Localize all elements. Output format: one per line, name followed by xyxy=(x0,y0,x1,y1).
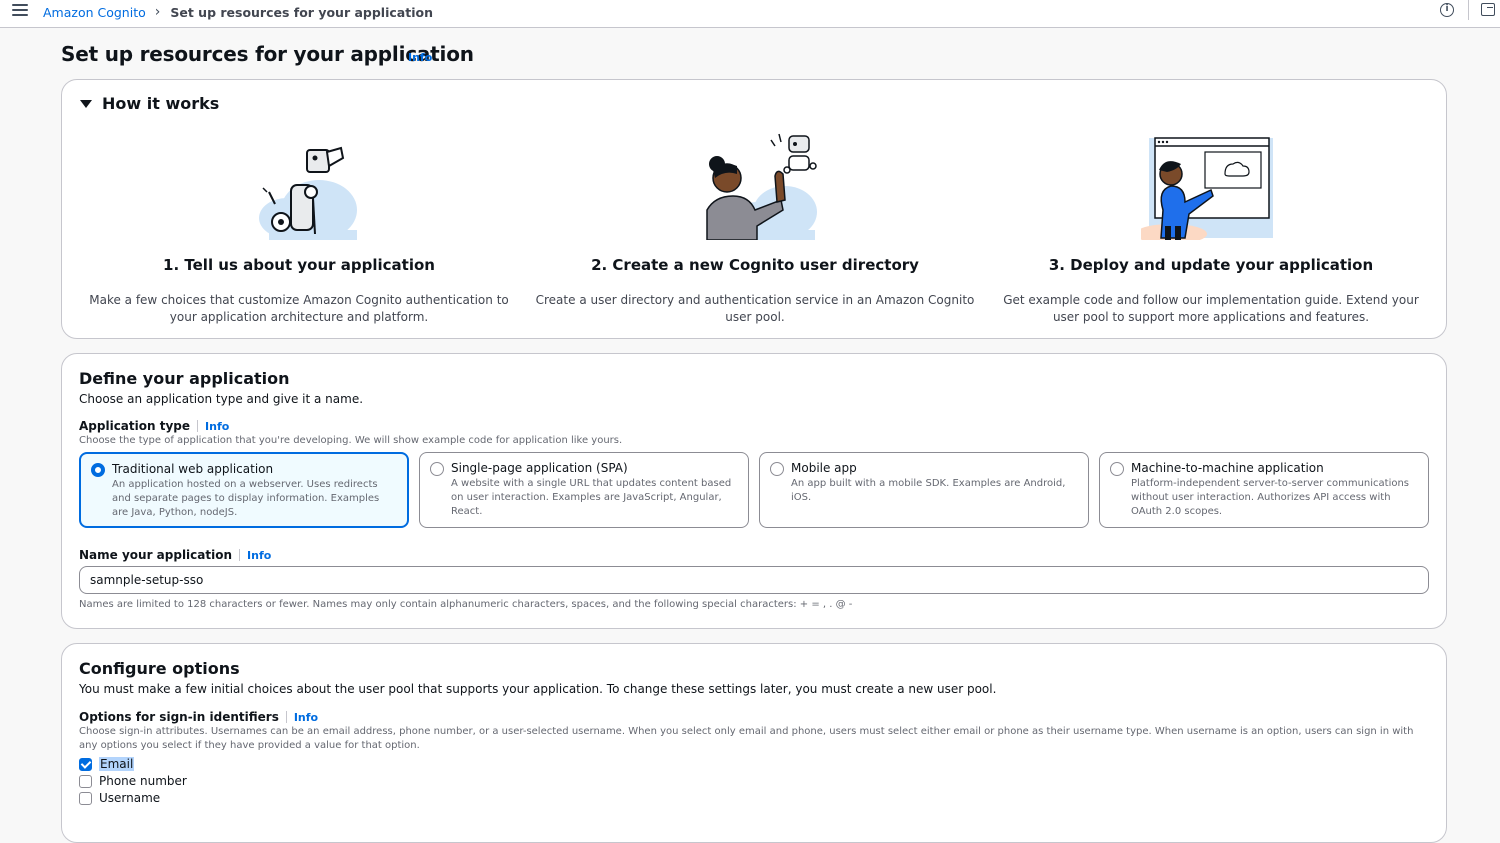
top-navigation-bar: Amazon Cognito › Set up resources for yo… xyxy=(0,0,1500,28)
signin-option-label: Email xyxy=(99,757,135,771)
signin-option-email[interactable]: Email xyxy=(79,757,135,771)
app-type-description: A website with a single URL that updates… xyxy=(451,478,732,517)
step-3-description: Get example code and follow our implemen… xyxy=(1003,293,1419,324)
person-presenting-illustration xyxy=(1141,137,1273,240)
app-type-title: Traditional web application xyxy=(112,462,274,476)
divider xyxy=(239,549,241,561)
step-3: 3. Deploy and update your application Ge… xyxy=(991,130,1431,326)
step-1-title: 1. Tell us about your application xyxy=(163,256,435,274)
signin-option-phone[interactable]: Phone number xyxy=(79,774,187,788)
application-name-input[interactable] xyxy=(79,566,1429,594)
checkbox[interactable] xyxy=(79,774,92,788)
signin-option-label: Phone number xyxy=(99,774,187,788)
signin-option-username[interactable]: Username xyxy=(79,791,160,805)
configure-title: Configure options xyxy=(79,659,240,678)
person-robot-illustration xyxy=(706,133,817,240)
step-1-description: Make a few choices that customize Amazon… xyxy=(89,293,509,324)
configure-options-panel: Configure options You must make a few in… xyxy=(61,643,1447,843)
checkbox[interactable] xyxy=(79,757,92,771)
radio-button[interactable] xyxy=(91,463,105,477)
application-name-label: Name your application Info xyxy=(79,548,271,562)
chevron-right-icon: › xyxy=(154,4,161,20)
application-type-description: Choose the type of application that you'… xyxy=(79,435,623,446)
step-3-title: 3. Deploy and update your application xyxy=(1048,256,1374,274)
how-it-works-toggle[interactable]: How it works xyxy=(80,94,219,113)
app-type-spa[interactable]: Single-page application (SPA) A website … xyxy=(419,452,749,528)
app-type-description: Platform-independent server-to-server co… xyxy=(1131,478,1410,517)
signin-option-label: Username xyxy=(99,791,161,805)
application-type-info-link[interactable]: Info xyxy=(205,420,229,433)
how-it-works-panel: How it works 1. Tell us about your appli… xyxy=(61,79,1447,339)
signin-identifiers-label-text: Options for sign-in identifiers xyxy=(79,710,279,724)
application-name-label-text: Name your application xyxy=(79,548,233,562)
app-type-traditional-web[interactable]: Traditional web application An applicati… xyxy=(79,452,409,528)
radio-button[interactable] xyxy=(430,462,444,476)
breadcrumb-root-link[interactable]: Amazon Cognito xyxy=(43,5,146,20)
app-type-title: Mobile app xyxy=(791,461,857,475)
define-description: Choose an application type and give it a… xyxy=(79,392,364,406)
how-it-works-title: How it works xyxy=(102,94,220,113)
signin-identifiers-info-link[interactable]: Info xyxy=(294,711,318,724)
radio-button[interactable] xyxy=(1110,462,1124,476)
info-icon[interactable]: i xyxy=(1440,3,1454,17)
application-name-constraint: Names are limited to 128 characters or f… xyxy=(79,599,853,610)
app-type-description: An application hosted on a webserver. Us… xyxy=(112,479,380,518)
caret-down-icon xyxy=(80,99,92,108)
divider xyxy=(1468,0,1469,20)
signin-identifiers-description: Choose sign-in attributes. Usernames can… xyxy=(79,726,1414,751)
step-2-description: Create a user directory and authenticati… xyxy=(535,293,975,324)
define-application-panel: Define your application Choose an applic… xyxy=(61,353,1447,629)
radio-button[interactable] xyxy=(770,462,784,476)
signin-identifiers-label: Options for sign-in identifiers Info xyxy=(79,710,318,724)
app-type-machine-to-machine[interactable]: Machine-to-machine application Platform-… xyxy=(1099,452,1429,528)
app-type-title: Machine-to-machine application xyxy=(1131,461,1324,475)
divider xyxy=(197,420,199,432)
step-2: 2. Create a new Cognito user directory C… xyxy=(535,130,975,326)
configure-description: You must make a few initial choices abou… xyxy=(79,682,997,696)
app-type-title: Single-page application (SPA) xyxy=(451,461,628,475)
page-info-link[interactable]: Info xyxy=(408,51,432,64)
step-1: 1. Tell us about your application Make a… xyxy=(79,130,519,326)
breadcrumb-current: Set up resources for your application xyxy=(170,4,433,20)
feedback-icon[interactable] xyxy=(1481,3,1495,16)
robot-dog-illustration xyxy=(259,146,357,240)
define-title: Define your application xyxy=(79,369,290,388)
breadcrumb: Amazon Cognito › Set up resources for yo… xyxy=(43,4,433,20)
application-name-info-link[interactable]: Info xyxy=(247,549,271,562)
app-type-description: An app built with a mobile SDK. Examples… xyxy=(791,478,1066,503)
application-type-label-text: Application type xyxy=(79,419,191,433)
divider xyxy=(285,711,287,723)
checkbox[interactable] xyxy=(79,791,92,805)
menu-icon[interactable] xyxy=(12,4,28,18)
application-type-label: Application type Info xyxy=(79,419,229,433)
app-type-mobile[interactable]: Mobile app An app built with a mobile SD… xyxy=(759,452,1089,528)
step-2-title: 2. Create a new Cognito user directory xyxy=(591,256,919,274)
